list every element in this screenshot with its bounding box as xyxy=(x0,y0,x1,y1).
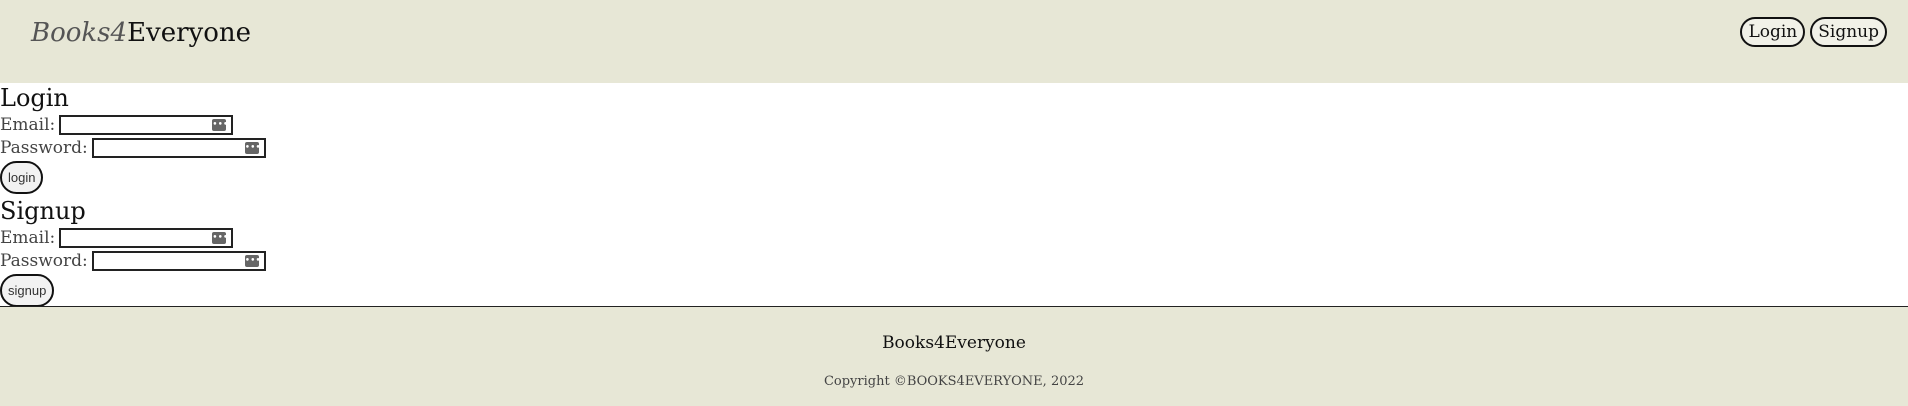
signup-button[interactable]: signup xyxy=(0,274,55,307)
login-button[interactable]: login xyxy=(0,161,44,194)
login-password-row: Password: ••• xyxy=(0,136,1908,159)
signup-password-label: Password: xyxy=(0,250,88,271)
signup-email-row: Email: ••• xyxy=(0,226,1908,249)
password-manager-icon[interactable]: ••• xyxy=(244,254,261,267)
signup-email-field[interactable]: ••• xyxy=(59,227,234,248)
login-email-row: Email: ••• xyxy=(0,113,1908,136)
password-manager-icon[interactable]: ••• xyxy=(212,118,228,131)
login-email-field[interactable]: ••• xyxy=(59,114,234,135)
signup-title: Signup xyxy=(0,197,86,225)
signup-email-label: Email: xyxy=(0,227,56,248)
login-email-label: Email: xyxy=(0,114,56,135)
nav-signup-button[interactable]: Signup xyxy=(1810,17,1887,47)
login-section: Login Email: ••• Password: ••• login xyxy=(0,83,1908,194)
signup-password-field[interactable]: ••• xyxy=(91,250,266,271)
site-footer: Books4Everyone Copyright ©BOOKS4EVERYONE… xyxy=(0,306,1908,406)
login-title: Login xyxy=(0,84,69,112)
brand-rest: Everyone xyxy=(127,18,252,48)
copyright-text: Copyright ©BOOKS4EVERYONE, 2022 xyxy=(823,374,1085,389)
main-content: Login Email: ••• Password: ••• login Sig… xyxy=(0,83,1908,307)
header-nav: Login Signup xyxy=(1740,17,1887,47)
site-header: Books4Everyone Login Signup xyxy=(0,0,1908,83)
footer-brand: Books4Everyone xyxy=(882,333,1026,353)
login-password-field[interactable]: ••• xyxy=(91,137,266,158)
nav-login-button[interactable]: Login xyxy=(1740,17,1806,47)
signup-section: Signup Email: ••• Password: ••• signup xyxy=(0,196,1908,307)
password-manager-icon[interactable]: ••• xyxy=(212,231,228,244)
password-manager-icon[interactable]: ••• xyxy=(244,141,261,154)
signup-password-row: Password: ••• xyxy=(0,249,1908,272)
brand-italic: Books4 xyxy=(31,18,128,48)
login-password-label: Password: xyxy=(0,137,88,158)
brand-logo[interactable]: Books4Everyone xyxy=(31,17,251,49)
